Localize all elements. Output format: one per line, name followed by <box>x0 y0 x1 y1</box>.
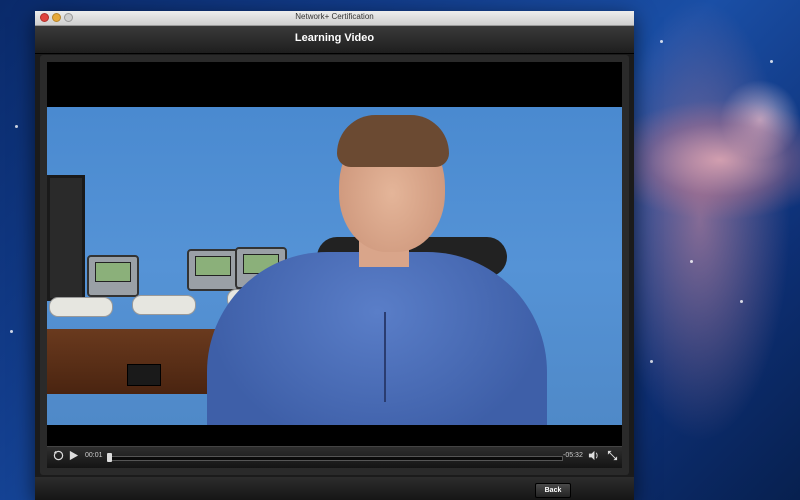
back-button[interactable]: Back <box>535 483 571 498</box>
video-player[interactable]: 00:01 -05:32 <box>47 62 622 468</box>
presenter-hair <box>337 115 449 167</box>
play-icon[interactable] <box>68 450 79 465</box>
app-window: Network+ Certification Learning Video 00… <box>35 11 634 500</box>
scrubber-handle[interactable] <box>107 453 112 462</box>
title-bar[interactable]: Network+ Certification <box>35 11 634 26</box>
phone-handset <box>132 295 196 315</box>
player-controls: 00:01 -05:32 <box>47 446 622 468</box>
star <box>690 260 693 263</box>
star <box>740 300 743 303</box>
zipper <box>384 312 386 402</box>
video-frame[interactable] <box>47 107 622 425</box>
content-area: 00:01 -05:32 <box>40 55 629 475</box>
progress-bar[interactable] <box>109 456 563 461</box>
star <box>660 40 663 43</box>
footer-bar: Back <box>35 477 634 500</box>
star <box>10 330 13 333</box>
star <box>650 360 653 363</box>
desk-phone <box>187 249 239 291</box>
page-title: Learning Video <box>294 32 375 44</box>
star <box>15 125 18 128</box>
presenter-body <box>207 252 547 425</box>
crt-monitor <box>47 175 85 301</box>
star <box>770 60 773 63</box>
window-title: Network+ Certification <box>295 12 374 21</box>
desk-drawer <box>127 364 161 386</box>
desk-phone <box>87 255 139 297</box>
header-bar: Learning Video <box>35 26 634 54</box>
remaining-time: -05:32 <box>563 452 583 459</box>
elapsed-time: 00:01 <box>85 452 103 459</box>
expand-icon[interactable] <box>607 450 618 465</box>
phone-handset <box>49 297 113 317</box>
speaker-icon[interactable] <box>588 450 599 465</box>
replay-30-icon[interactable] <box>53 450 64 465</box>
